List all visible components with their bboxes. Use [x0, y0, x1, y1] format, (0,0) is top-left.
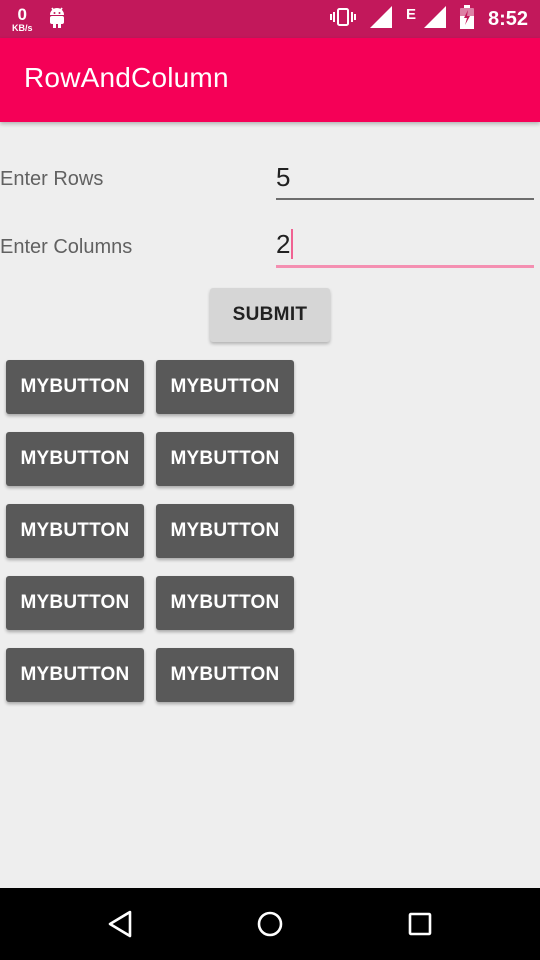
columns-input-underline — [276, 265, 534, 268]
columns-input[interactable]: 2 — [276, 229, 534, 260]
network-type: E — [405, 5, 416, 23]
network-speed: 0 KB/s — [12, 6, 33, 33]
home-icon[interactable] — [240, 888, 300, 960]
grid-button-r3-c1[interactable]: MYBUTTON — [6, 504, 144, 558]
submit-button[interactable]: SUBMIT — [210, 288, 330, 342]
network-speed-unit: KB/s — [12, 22, 33, 33]
status-left: 0 KB/s — [12, 4, 67, 34]
status-bar: 0 KB/s E 8:52 — [0, 0, 540, 38]
clock: 8:52 — [487, 7, 528, 30]
rows-input-underline — [276, 198, 534, 200]
android-icon — [47, 6, 67, 33]
grid-button-r5-c1[interactable]: MYBUTTON — [6, 648, 144, 702]
recents-icon[interactable] — [390, 888, 450, 960]
rows-label: Enter Rows — [0, 168, 104, 190]
network-speed-value: 0 — [17, 4, 27, 24]
signal-icon — [423, 5, 446, 33]
rows-input[interactable]: 5 — [276, 162, 534, 193]
app-bar: RowAndColumn — [0, 38, 540, 122]
grid-button-r1-c1[interactable]: MYBUTTON — [6, 360, 144, 414]
grid-button-r2-c1[interactable]: MYBUTTON — [6, 432, 144, 486]
status-right: E 8:52 — [329, 0, 528, 38]
battery-charging-icon — [459, 4, 474, 34]
grid-button-r2-c2[interactable]: MYBUTTON — [156, 432, 294, 486]
rows-input-value: 5 — [276, 162, 291, 192]
vibrate-icon — [329, 7, 356, 32]
text-cursor — [291, 229, 294, 259]
grid-button-r4-c2[interactable]: MYBUTTON — [156, 576, 294, 630]
signal-icon — [369, 5, 392, 33]
app-title: RowAndColumn — [24, 62, 229, 93]
columns-input-value: 2 — [276, 229, 291, 259]
back-icon[interactable] — [90, 888, 150, 960]
navigation-bar — [0, 888, 540, 960]
grid-button-r3-c2[interactable]: MYBUTTON — [156, 504, 294, 558]
grid-button-r4-c1[interactable]: MYBUTTON — [6, 576, 144, 630]
grid-button-r5-c2[interactable]: MYBUTTON — [156, 648, 294, 702]
grid-button-r1-c2[interactable]: MYBUTTON — [156, 360, 294, 414]
columns-label: Enter Columns — [0, 236, 133, 258]
